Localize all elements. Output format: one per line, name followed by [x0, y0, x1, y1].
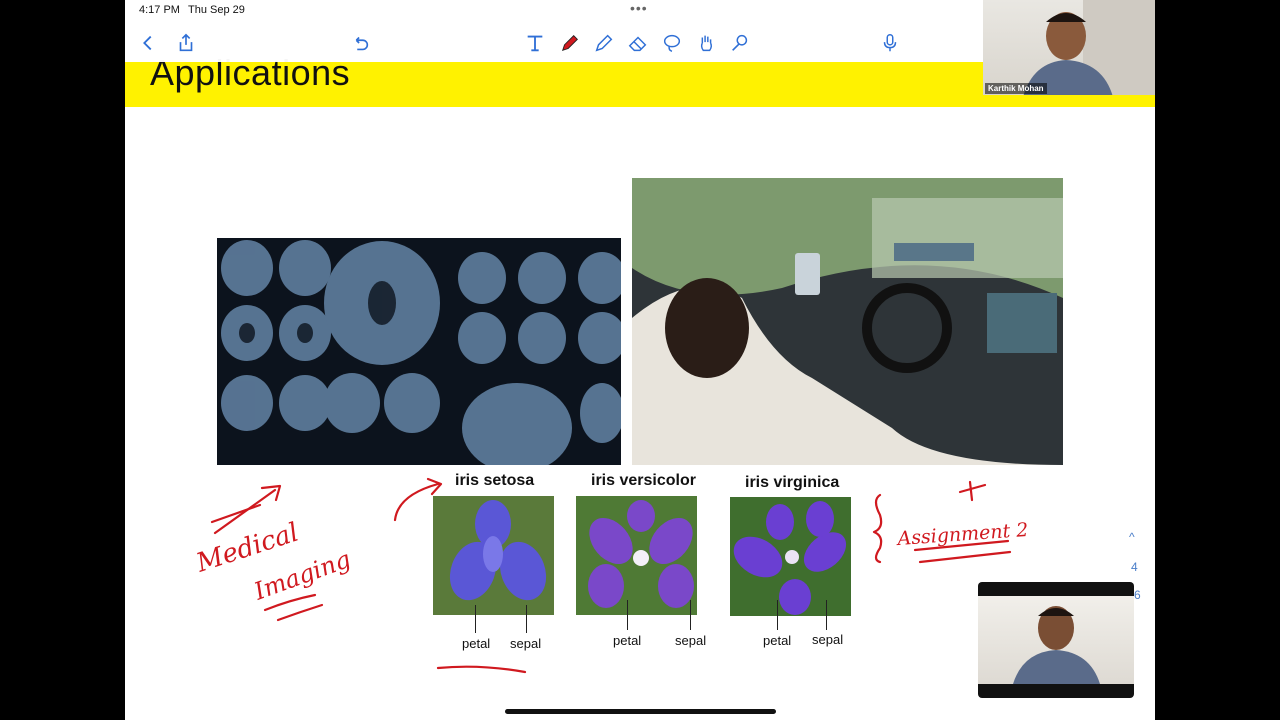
versicolor-sepal-leader	[690, 600, 691, 630]
setosa-petal-leader	[475, 605, 476, 633]
hand-icon[interactable]	[693, 30, 719, 56]
back-icon[interactable]	[135, 30, 161, 56]
status-time: 4:17 PM	[139, 4, 180, 16]
virginica-sepal-leader	[826, 600, 827, 630]
undo-icon[interactable]	[347, 30, 373, 56]
iris-versicolor-title: iris versicolor	[591, 472, 696, 489]
eraser-icon[interactable]	[625, 30, 651, 56]
self-view-frame	[978, 596, 1134, 684]
annotation-toolbar	[125, 22, 983, 62]
page-total: 6	[1134, 588, 1141, 602]
highlighter-icon[interactable]	[591, 30, 617, 56]
mri-image	[217, 238, 621, 465]
iris-setosa-title: iris setosa	[455, 472, 535, 489]
status-date: Thu Sep 29	[188, 4, 245, 16]
lasso-icon[interactable]	[659, 30, 685, 56]
page-up-icon[interactable]: ^	[1129, 530, 1135, 544]
setosa-sepal-leader	[526, 605, 527, 633]
microphone-icon[interactable]	[877, 30, 903, 56]
versicolor-petal-leader	[627, 600, 628, 630]
share-icon[interactable]	[173, 30, 199, 56]
pen-icon[interactable]	[557, 30, 583, 56]
multitask-dots-icon[interactable]: •••	[630, 0, 648, 16]
virginica-petal-label: petal	[763, 633, 792, 648]
versicolor-sepal-label: sepal	[675, 633, 707, 648]
virginica-petal-leader	[777, 600, 778, 630]
versicolor-petal-label: petal	[613, 633, 642, 648]
self-driving-car-image	[632, 178, 1063, 465]
presenter-name: Karthik Mohan	[985, 83, 1047, 94]
iris-versicolor-image	[576, 496, 697, 615]
iris-virginica-image	[730, 497, 851, 616]
setosa-petal-label: petal	[462, 636, 491, 651]
self-view-video[interactable]	[978, 582, 1134, 698]
virginica-sepal-label: sepal	[812, 632, 844, 647]
title-banner-edge	[983, 95, 1155, 101]
shape-tool-icon[interactable]	[727, 30, 753, 56]
presenter-video-tile[interactable]: Karthik Mohan	[983, 0, 1155, 97]
text-tool-icon[interactable]	[522, 30, 548, 56]
home-indicator[interactable]	[505, 709, 776, 714]
iris-virginica-title: iris virginica	[745, 474, 840, 491]
setosa-sepal-label: sepal	[510, 636, 542, 651]
iris-setosa-image	[433, 496, 554, 615]
page-current: 4	[1131, 560, 1138, 574]
